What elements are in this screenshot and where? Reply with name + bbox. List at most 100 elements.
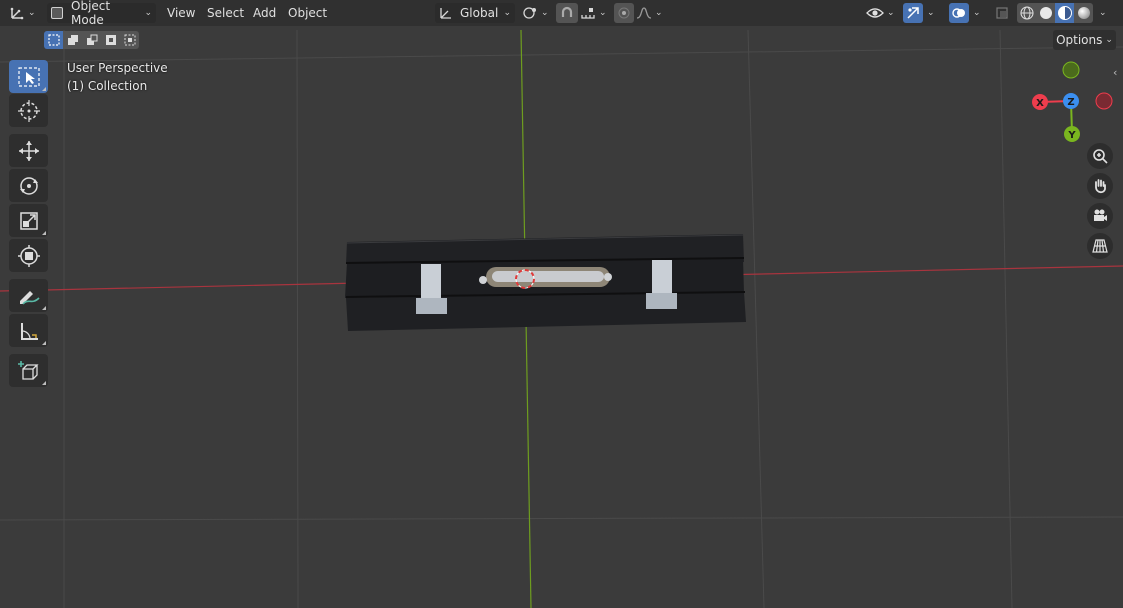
select-extend-button[interactable] — [63, 31, 82, 49]
editor-type-dropdown[interactable]: ⌄ — [9, 3, 36, 23]
camera-icon — [1092, 208, 1108, 224]
select-invert-button[interactable] — [101, 31, 120, 49]
tool-rotate[interactable] — [9, 169, 48, 202]
tool-annotate[interactable] — [9, 279, 48, 312]
object-mode-icon — [51, 7, 63, 19]
visibility-dropdown[interactable]: ⌄ — [866, 3, 898, 23]
gizmo-toggle[interactable] — [903, 3, 923, 23]
gizmo-y-label: Y — [1067, 130, 1076, 141]
shading-dropdown[interactable]: ⌄ — [1096, 3, 1110, 23]
transform-orientation-dropdown[interactable]: Global ⌄ — [435, 3, 515, 23]
overlays-dropdown[interactable]: ⌄ — [970, 3, 984, 23]
move-arrows-icon — [18, 140, 40, 162]
material-preview-button[interactable] — [1055, 3, 1074, 23]
mode-label: Object Mode — [71, 0, 111, 27]
proportional-edit-icon — [618, 7, 630, 19]
gizmo-dropdown[interactable]: ⌄ — [924, 3, 938, 23]
shading-mode-group — [1017, 3, 1093, 23]
select-intersect-icon — [124, 34, 136, 46]
chevron-down-icon: ⌄ — [144, 8, 152, 18]
viewport-scene: X Y Z — [0, 29, 1123, 608]
solid-shading-button[interactable] — [1036, 3, 1055, 23]
overlays-icon — [952, 6, 966, 20]
gizmo-icon — [906, 6, 920, 20]
tool-scale[interactable] — [9, 204, 48, 237]
falloff-curve-icon — [636, 6, 652, 20]
chevron-down-icon: ⌄ — [1105, 35, 1113, 45]
collection-label: (1) Collection — [67, 79, 148, 93]
menu-add[interactable]: Add — [247, 3, 282, 23]
material-sphere-icon — [1057, 6, 1072, 20]
selection-mode-group — [44, 31, 139, 49]
zoom-button[interactable] — [1087, 143, 1113, 169]
snap-toggle[interactable] — [556, 3, 578, 23]
tool-measure[interactable] — [9, 314, 48, 347]
sidebar-collapse-icon[interactable]: ‹ — [1113, 66, 1117, 79]
xray-icon — [995, 6, 1009, 20]
tool-add-cube[interactable] — [9, 354, 48, 387]
menu-select[interactable]: Select — [201, 3, 250, 23]
menu-object[interactable]: Object — [282, 3, 333, 23]
pivot-icon — [522, 6, 538, 20]
select-subtract-icon — [86, 34, 98, 46]
select-subtract-button[interactable] — [82, 31, 101, 49]
grid-perspective-icon — [1092, 238, 1108, 254]
options-label: Options — [1056, 33, 1103, 47]
eye-icon — [866, 6, 884, 20]
tool-cursor[interactable] — [9, 94, 48, 127]
snap-increment-icon — [580, 6, 596, 20]
3d-cursor-icon — [17, 99, 40, 122]
wireframe-sphere-icon — [1019, 6, 1034, 20]
axes-icon — [9, 6, 25, 20]
chevron-down-icon: ⌄ — [503, 8, 511, 18]
chevron-down-icon: ⌄ — [927, 8, 935, 18]
tool-move[interactable] — [9, 134, 48, 167]
pan-button[interactable] — [1087, 173, 1113, 199]
select-invert-icon — [105, 34, 117, 46]
select-new-icon — [47, 34, 60, 46]
menu-view[interactable]: View — [161, 3, 201, 23]
gizmo-z-label: Z — [1067, 97, 1074, 108]
mode-dropdown[interactable]: Object Mode ⌄ — [47, 0, 156, 27]
briefcase-model[interactable] — [345, 234, 746, 331]
proportional-editing-toggle[interactable] — [614, 3, 634, 23]
options-dropdown[interactable]: Options ⌄ — [1053, 30, 1116, 50]
perspective-label: User Perspective — [67, 61, 168, 75]
select-cursor-icon — [17, 66, 40, 87]
select-new-button[interactable] — [44, 31, 63, 49]
rotate-icon — [18, 175, 40, 197]
gizmo-neg-x[interactable] — [1095, 92, 1113, 110]
chevron-down-icon: ⌄ — [1099, 8, 1107, 18]
tool-select-box[interactable] — [9, 60, 48, 93]
gizmo-x-label: X — [1036, 98, 1044, 109]
select-intersect-button[interactable] — [120, 31, 139, 49]
camera-view-button[interactable] — [1087, 203, 1113, 229]
scale-icon — [19, 211, 39, 231]
chevron-down-icon: ⌄ — [541, 8, 549, 18]
add-cube-icon — [17, 360, 40, 382]
select-extend-icon — [67, 34, 79, 46]
viewport-header: ⌄ Object Mode ⌄ View Select Add Object G… — [0, 0, 1123, 27]
gizmo-neg-y[interactable] — [1062, 61, 1080, 79]
pivot-point-dropdown[interactable]: ⌄ — [522, 3, 550, 23]
tool-transform[interactable] — [9, 239, 48, 272]
rendered-shading-button[interactable] — [1074, 3, 1093, 23]
wireframe-shading-button[interactable] — [1017, 3, 1036, 23]
orientation-label: Global — [460, 6, 499, 20]
snap-target-dropdown[interactable]: ⌄ — [580, 3, 608, 23]
chevron-down-icon: ⌄ — [887, 8, 895, 18]
chevron-down-icon: ⌄ — [28, 8, 36, 18]
overlays-toggle[interactable] — [949, 3, 969, 23]
xray-toggle[interactable] — [993, 3, 1011, 23]
ruler-icon — [19, 321, 39, 341]
navigation-gizmo[interactable]: X Y Z — [1032, 61, 1113, 142]
solid-sphere-icon — [1039, 7, 1052, 19]
transform-icon — [17, 244, 40, 267]
orientation-icon — [439, 6, 453, 20]
perspective-toggle-button[interactable] — [1087, 233, 1113, 259]
3d-viewport[interactable]: X Y Z — [0, 0, 1123, 608]
chevron-down-icon: ⌄ — [973, 8, 981, 18]
pencil-icon — [18, 286, 40, 306]
chevron-down-icon: ⌄ — [599, 8, 607, 18]
proportional-falloff-dropdown[interactable]: ⌄ — [636, 3, 664, 23]
